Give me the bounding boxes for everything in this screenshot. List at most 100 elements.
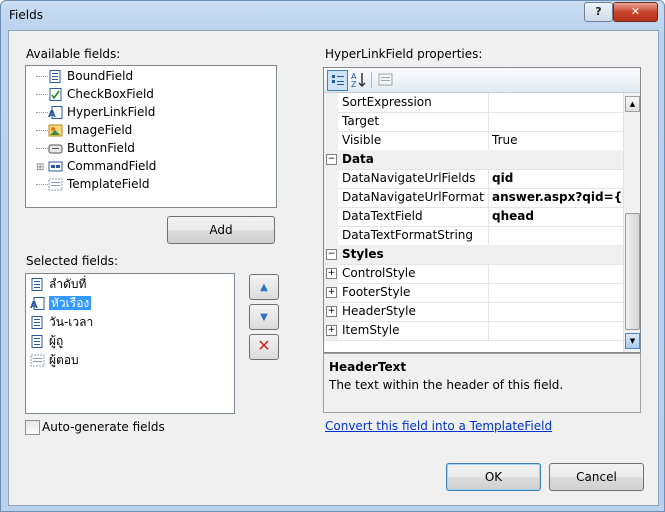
tree-line <box>36 176 48 185</box>
delete-button[interactable]: ✕ <box>249 334 279 360</box>
category-label: Styles <box>342 247 384 261</box>
image-field-icon <box>48 124 63 137</box>
move-up-button[interactable]: ▲ <box>249 274 279 300</box>
toolbar-separator <box>371 72 372 88</box>
property-grid[interactable]: AZ SortExpression Target Visible True − Data D… <box>323 67 641 353</box>
property-row[interactable]: DataTextField qhead <box>324 207 623 227</box>
available-fields-tree[interactable]: BoundField CheckBoxField A HyperLinkField Im… <box>25 65 277 208</box>
scroll-down-icon[interactable]: ▼ <box>625 333 640 349</box>
property-row[interactable]: + HeaderStyle <box>324 302 623 322</box>
expand-icon[interactable]: + <box>326 268 337 279</box>
move-down-button[interactable]: ▼ <box>249 304 279 330</box>
row-gutter <box>324 93 338 112</box>
svg-text:Z: Z <box>351 80 357 89</box>
collapse-icon[interactable]: − <box>326 154 337 165</box>
property-description-panel: HeaderText The text within the header of… <box>323 353 641 413</box>
property-pages-icon[interactable] <box>376 70 395 89</box>
property-row[interactable]: DataNavigateUrlFields qid <box>324 169 623 189</box>
property-value[interactable] <box>488 302 623 321</box>
property-row[interactable]: + FooterStyle <box>324 283 623 303</box>
available-field-item[interactable]: CheckBoxField <box>36 86 154 103</box>
description-text: The text within the header of this field… <box>329 378 564 392</box>
property-value[interactable] <box>488 264 623 283</box>
collapse-icon[interactable]: − <box>326 249 337 260</box>
available-field-label: CheckBoxField <box>67 87 154 101</box>
scroll-thumb[interactable] <box>625 213 640 330</box>
row-gutter <box>324 112 338 131</box>
auto-generate-checkbox[interactable] <box>25 420 40 435</box>
selected-field-label: วัน-เวลา <box>49 315 94 329</box>
svg-text:A: A <box>30 300 38 310</box>
title-bar[interactable]: Fields ? ✕ <box>1 1 664 30</box>
property-value[interactable] <box>488 226 623 245</box>
selected-fields-label: Selected fields: <box>26 254 119 268</box>
available-field-item[interactable]: BoundField <box>36 68 133 85</box>
checkbox-field-icon <box>48 88 63 101</box>
property-name: DataTextField <box>342 209 423 223</box>
close-button[interactable]: ✕ <box>613 2 658 22</box>
property-row[interactable]: + ControlStyle <box>324 264 623 284</box>
expand-icon[interactable]: + <box>326 287 337 298</box>
property-category[interactable]: − Styles <box>324 245 623 265</box>
help-button[interactable]: ? <box>584 2 613 22</box>
expand-icon[interactable]: + <box>326 306 337 317</box>
scroll-up-icon[interactable]: ▲ <box>625 96 640 112</box>
categorized-icon[interactable] <box>327 70 348 91</box>
property-value[interactable]: qid <box>488 169 623 188</box>
alphabetical-icon[interactable]: AZ <box>349 70 368 89</box>
property-row[interactable]: Visible True <box>324 131 623 151</box>
ok-button[interactable]: OK <box>446 463 541 491</box>
selected-field-label: ผู้ถู <box>49 334 64 348</box>
property-category[interactable]: − Data <box>324 150 623 170</box>
expand-icon[interactable]: ⊞ <box>36 159 48 176</box>
selected-field-label: ลำดับที่ <box>49 277 87 291</box>
property-grid-scrollbar[interactable]: ▲ ▼ <box>623 93 640 352</box>
selected-fields-list[interactable]: ลำดับที่ A หัวเรื่องวัน-เวลาผู้ถูผู้ตอบ <box>25 273 235 414</box>
dialog-body: Available fields: BoundField CheckBoxFiel… <box>8 30 659 506</box>
selected-field-item[interactable]: ผู้ตอบ <box>30 352 79 369</box>
bound-field-icon <box>30 278 45 291</box>
property-name: FooterStyle <box>342 285 411 299</box>
available-field-item[interactable]: A HyperLinkField <box>36 104 155 121</box>
selected-field-item[interactable]: วัน-เวลา <box>30 314 93 331</box>
row-gutter <box>324 226 338 245</box>
cancel-button[interactable]: Cancel <box>549 463 644 491</box>
property-value[interactable] <box>488 93 623 112</box>
available-field-item[interactable]: ⊞ CommandField <box>36 158 156 175</box>
property-name: Target <box>342 114 380 128</box>
property-row[interactable]: DataTextFormatString <box>324 226 623 246</box>
available-field-item[interactable]: TemplateField <box>36 176 149 193</box>
property-row[interactable]: Target <box>324 112 623 132</box>
svg-text:A: A <box>48 109 56 119</box>
property-row[interactable]: SortExpression <box>324 93 623 113</box>
fields-dialog: Fields ? ✕ Available fields: BoundField C… <box>0 0 665 512</box>
selected-field-item[interactable]: ลำดับที่ <box>30 276 86 293</box>
selected-field-item[interactable]: ผู้ถู <box>30 333 63 350</box>
property-value[interactable]: answer.aspx?qid={0} <box>488 188 623 207</box>
property-value[interactable] <box>488 112 623 131</box>
property-name: HeaderStyle <box>342 304 416 318</box>
button-field-icon <box>48 142 63 155</box>
property-row[interactable]: + ItemStyle <box>324 321 623 341</box>
property-row[interactable]: DataNavigateUrlFormatStringanswer.aspx?q… <box>324 188 623 208</box>
tree-line <box>36 68 48 77</box>
add-button[interactable]: Add <box>167 216 275 244</box>
property-value[interactable]: qhead <box>488 207 623 226</box>
available-field-item[interactable]: ButtonField <box>36 140 135 157</box>
expand-icon[interactable]: + <box>326 325 337 336</box>
property-name: SortExpression <box>342 95 432 109</box>
row-gutter <box>324 169 338 188</box>
property-value[interactable] <box>488 321 623 340</box>
hyperlink-field-icon: A <box>30 297 45 311</box>
available-field-item[interactable]: ImageField <box>36 122 132 139</box>
available-field-label: ImageField <box>67 123 133 137</box>
bound-field-icon <box>30 335 45 348</box>
row-gutter <box>324 131 338 150</box>
category-label: Data <box>342 152 374 166</box>
property-value[interactable] <box>488 283 623 302</box>
property-name: DataNavigateUrlFields <box>342 171 476 185</box>
tree-line <box>36 140 48 149</box>
convert-templatefield-link[interactable]: Convert this field into a TemplateField <box>325 419 552 433</box>
property-value[interactable]: True <box>488 131 623 150</box>
selected-field-item[interactable]: A หัวเรื่อง <box>30 295 92 312</box>
